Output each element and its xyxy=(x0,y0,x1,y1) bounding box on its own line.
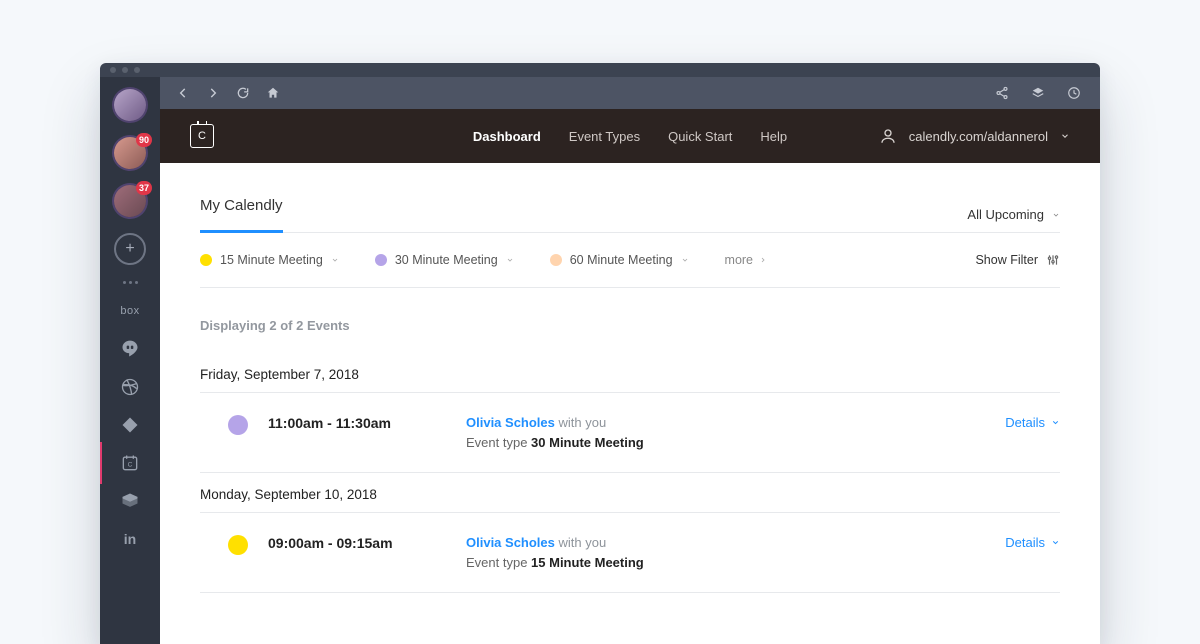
tab-row: My Calendly All Upcoming xyxy=(200,197,1060,233)
event-summary: Olivia Scholes with you Event type 15 Mi… xyxy=(466,533,1005,572)
chevron-down-icon xyxy=(1051,538,1060,547)
event-row: 09:00am - 09:15am Olivia Scholes with yo… xyxy=(200,513,1060,593)
color-swatch-peach xyxy=(550,254,562,266)
hangouts-app-icon[interactable] xyxy=(119,338,141,360)
event-time: 11:00am - 11:30am xyxy=(268,413,466,431)
nav-dashboard[interactable]: Dashboard xyxy=(473,129,541,144)
event-details-link[interactable]: Details xyxy=(1005,413,1060,430)
window-close-dot[interactable] xyxy=(110,67,116,73)
layers-button[interactable] xyxy=(1020,77,1056,109)
diamond-app-icon[interactable] xyxy=(119,414,141,436)
meeting-types-row: 15 Minute Meeting 30 Minute Meeting 60 M… xyxy=(200,233,1060,288)
color-swatch-yellow xyxy=(200,254,212,266)
app-navbar: C Dashboard Event Types Quick Start Help… xyxy=(160,109,1100,163)
tab-my-calendly[interactable]: My Calendly xyxy=(200,197,283,233)
history-button[interactable] xyxy=(1056,77,1092,109)
event-type: 30 Minute Meeting xyxy=(531,435,644,450)
chevron-down-icon xyxy=(681,256,689,264)
workspace-avatar-1[interactable] xyxy=(114,89,146,121)
chevron-down-icon xyxy=(1060,131,1070,141)
workspace-avatar-3[interactable]: 37 xyxy=(114,185,146,217)
meeting-type-label: 60 Minute Meeting xyxy=(570,253,673,267)
event-with: with you xyxy=(559,535,607,550)
event-person: Olivia Scholes xyxy=(466,535,555,550)
nav-links: Dashboard Event Types Quick Start Help xyxy=(473,129,787,144)
event-person: Olivia Scholes xyxy=(466,415,555,430)
meeting-type-30[interactable]: 30 Minute Meeting xyxy=(375,253,514,267)
meeting-type-label: 15 Minute Meeting xyxy=(220,253,323,267)
forward-button[interactable] xyxy=(198,77,228,109)
box-app-icon[interactable]: box xyxy=(119,300,141,322)
window-max-dot[interactable] xyxy=(134,67,140,73)
app-window: 90 37 + box C in xyxy=(100,63,1100,644)
show-filter-button[interactable]: Show Filter xyxy=(975,253,1060,267)
date-group-heading: Monday, September 10, 2018 xyxy=(200,473,1060,513)
share-button[interactable] xyxy=(984,77,1020,109)
nav-help[interactable]: Help xyxy=(760,129,787,144)
notification-badge: 90 xyxy=(136,133,152,147)
svg-text:C: C xyxy=(128,461,133,468)
color-swatch-purple xyxy=(375,254,387,266)
event-time: 09:00am - 09:15am xyxy=(268,533,466,551)
more-dots-icon xyxy=(123,281,138,284)
event-with: with you xyxy=(559,415,607,430)
back-button[interactable] xyxy=(168,77,198,109)
upcoming-dropdown[interactable]: All Upcoming xyxy=(967,207,1060,222)
chevron-down-icon xyxy=(1052,211,1060,219)
workspace-avatar-2[interactable]: 90 xyxy=(114,137,146,169)
notification-badge: 37 xyxy=(136,181,152,195)
event-row: 11:00am - 11:30am Olivia Scholes with yo… xyxy=(200,393,1060,473)
user-icon xyxy=(879,127,897,145)
chevron-down-icon xyxy=(506,256,514,264)
event-color-swatch xyxy=(228,415,248,435)
dropdown-label: All Upcoming xyxy=(967,207,1044,222)
dribbble-app-icon[interactable] xyxy=(119,376,141,398)
date-group-heading: Friday, September 7, 2018 xyxy=(200,353,1060,393)
event-color-swatch xyxy=(228,535,248,555)
event-details-link[interactable]: Details xyxy=(1005,533,1060,550)
user-menu[interactable]: calendly.com/aldannerol xyxy=(879,127,1070,145)
home-button[interactable] xyxy=(258,77,288,109)
left-sidebar: 90 37 + box C in xyxy=(100,77,160,644)
user-url: calendly.com/aldannerol xyxy=(909,129,1048,144)
reload-button[interactable] xyxy=(228,77,258,109)
linkedin-app-icon[interactable]: in xyxy=(119,528,141,550)
nav-event-types[interactable]: Event Types xyxy=(569,129,640,144)
chevron-down-icon xyxy=(1051,418,1060,427)
browser-toolbar xyxy=(160,77,1100,109)
window-titlebar xyxy=(100,63,1100,77)
content-area: My Calendly All Upcoming 15 Minute Meeti… xyxy=(160,163,1100,644)
add-workspace-button[interactable]: + xyxy=(114,233,146,265)
meeting-type-60[interactable]: 60 Minute Meeting xyxy=(550,253,689,267)
event-summary: Olivia Scholes with you Event type 30 Mi… xyxy=(466,413,1005,452)
displaying-count: Displaying 2 of 2 Events xyxy=(200,288,1060,353)
chevron-down-icon xyxy=(331,256,339,264)
box-3d-app-icon[interactable] xyxy=(119,490,141,512)
meeting-type-15[interactable]: 15 Minute Meeting xyxy=(200,253,339,267)
more-types-link[interactable]: more xyxy=(725,253,767,267)
chevron-right-icon xyxy=(759,256,767,264)
window-min-dot[interactable] xyxy=(122,67,128,73)
sliders-icon xyxy=(1046,253,1060,267)
calendly-logo[interactable]: C xyxy=(190,124,214,148)
event-type: 15 Minute Meeting xyxy=(531,555,644,570)
calendly-app-icon[interactable]: C xyxy=(119,452,141,474)
nav-quick-start[interactable]: Quick Start xyxy=(668,129,732,144)
meeting-type-label: 30 Minute Meeting xyxy=(395,253,498,267)
